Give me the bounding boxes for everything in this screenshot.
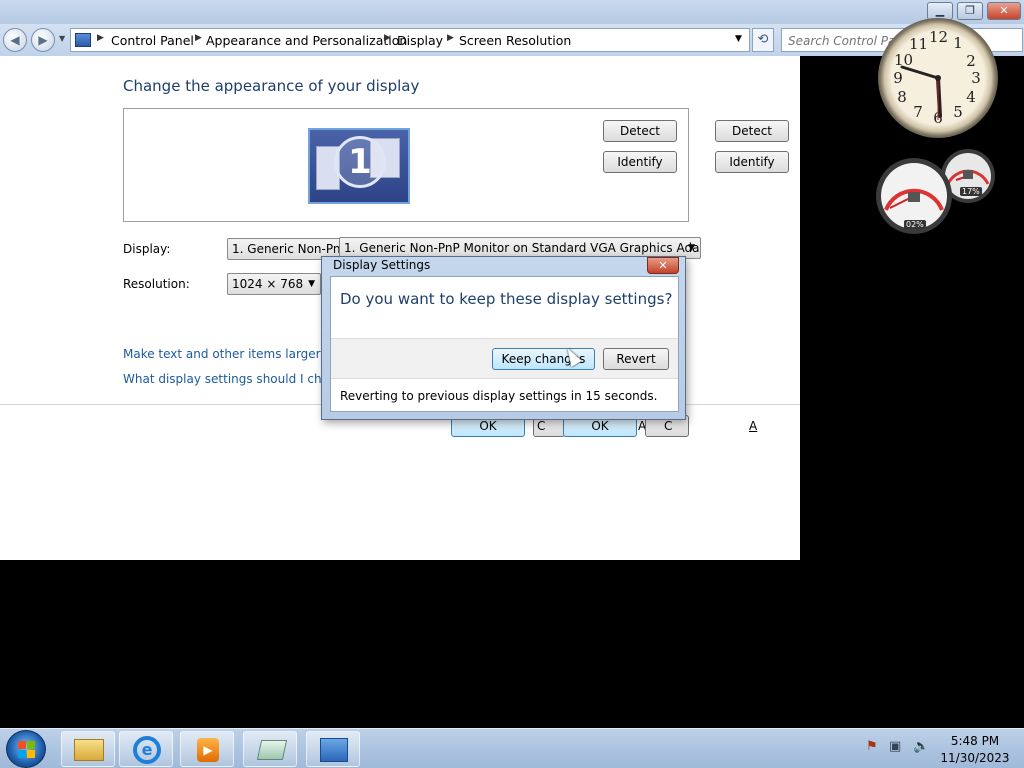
- recent-pages-icon[interactable]: ▼: [59, 34, 65, 43]
- dialog-close-button[interactable]: ✕: [647, 257, 679, 274]
- display-settings-help-link[interactable]: What display settings should I choose: [123, 372, 350, 386]
- clock-date[interactable]: 11/30/2023: [930, 751, 1020, 765]
- identify-button[interactable]: Identify: [603, 151, 677, 173]
- action-center-icon[interactable]: ⚑: [866, 739, 878, 754]
- windows-logo-icon: [27, 741, 35, 749]
- detect-button[interactable]: Detect: [603, 120, 677, 142]
- control-panel-icon: [75, 33, 91, 47]
- back-button[interactable]: ◀: [3, 28, 27, 52]
- page-title: Change the appearance of your display: [123, 77, 420, 95]
- dialog-body: Do you want to keep these display settin…: [330, 276, 679, 412]
- identify-button-duplicate[interactable]: Identify: [715, 151, 789, 173]
- clock-time[interactable]: 5:48 PM: [930, 734, 1020, 748]
- revert-button[interactable]: Revert: [603, 348, 669, 370]
- display-label: Display:: [123, 242, 171, 256]
- dropdown-arrow-icon: ▼: [688, 243, 695, 253]
- dialog-button-area: Keep changes Revert: [331, 338, 678, 379]
- monitor-panel: 1 Detect Identify: [123, 108, 689, 222]
- apply-button-duplicate[interactable]: A: [749, 419, 757, 433]
- volume-muted-icon[interactable]: 🔈: [913, 739, 929, 754]
- windows-logo-icon: [18, 750, 26, 758]
- resolution-select-value: 1024 × 768: [232, 277, 304, 291]
- breadcrumb-screen-resolution[interactable]: Screen Resolution: [459, 33, 571, 48]
- address-bar-area: ◀ ▶ ▼ ▶ Control Panel ▶ Appearance and P…: [0, 24, 1024, 56]
- title-bar[interactable]: ▁ ❐ ✕: [0, 0, 1024, 24]
- gadget-taskbar-button[interactable]: [243, 731, 297, 767]
- internet-explorer-icon: e: [133, 736, 161, 764]
- control-panel-taskbar-button[interactable]: [306, 731, 360, 767]
- address-box[interactable]: ▶ Control Panel ▶ Appearance and Persona…: [70, 28, 750, 52]
- breadcrumb-control-panel[interactable]: Control Panel: [111, 33, 194, 48]
- memory-percent: 17%: [960, 187, 982, 196]
- media-player-icon: ▶: [197, 738, 219, 762]
- dialog-title: Display Settings: [333, 258, 431, 272]
- monitor-number: 1: [334, 136, 386, 188]
- folder-icon: [74, 739, 104, 761]
- display-settings-dialog: Display Settings ✕ Do you want to keep t…: [321, 256, 686, 420]
- address-dropdown-icon[interactable]: ▼: [735, 34, 742, 44]
- detect-button-duplicate[interactable]: Detect: [715, 120, 789, 142]
- internet-explorer-taskbar-button[interactable]: e: [119, 731, 173, 767]
- refresh-icon[interactable]: ⟲: [752, 28, 774, 52]
- clock-hands: [900, 65, 942, 120]
- separator-arrow-icon[interactable]: ▶: [195, 33, 202, 43]
- breadcrumb-appearance[interactable]: Appearance and Personalization: [206, 33, 407, 48]
- breadcrumb-display[interactable]: Display: [397, 33, 443, 48]
- dialog-status: Reverting to previous display settings i…: [340, 389, 658, 403]
- dropdown-arrow-icon: ▼: [308, 279, 315, 289]
- forward-button[interactable]: ▶: [31, 28, 55, 52]
- media-player-taskbar-button[interactable]: ▶: [180, 731, 234, 767]
- monitor-1-icon[interactable]: 1: [308, 128, 410, 204]
- taskbar: e ▶ ⚑ ▣ 🔈 5:48 PM 11/30/2023: [0, 728, 1024, 768]
- display-select-value: 1. Generic Non-PnP Monitor on Standard V…: [344, 241, 701, 255]
- network-icon[interactable]: ▣: [889, 739, 901, 754]
- resolution-label: Resolution:: [123, 277, 190, 291]
- separator-arrow-icon[interactable]: ▶: [447, 33, 454, 43]
- windows-logo-icon: [18, 741, 26, 749]
- clock-gadget[interactable]: 12 1 2 3 4 5 6 7 8 9 10 11: [878, 18, 998, 138]
- windows-logo-icon: [27, 750, 35, 758]
- separator-arrow-icon: ▶: [97, 33, 104, 43]
- separator-arrow-icon[interactable]: ▶: [384, 33, 391, 43]
- cpu-meter-gadget[interactable]: 02% 17%: [876, 148, 1000, 236]
- explorer-taskbar-button[interactable]: [61, 731, 115, 767]
- control-panel-icon: [320, 738, 348, 762]
- resolution-select[interactable]: 1024 × 768 ▼: [227, 273, 321, 295]
- window-switcher-icon: [256, 740, 288, 760]
- dialog-question: Do you want to keep these display settin…: [340, 290, 673, 308]
- start-button[interactable]: [6, 730, 46, 768]
- cpu-percent: 02%: [904, 220, 926, 229]
